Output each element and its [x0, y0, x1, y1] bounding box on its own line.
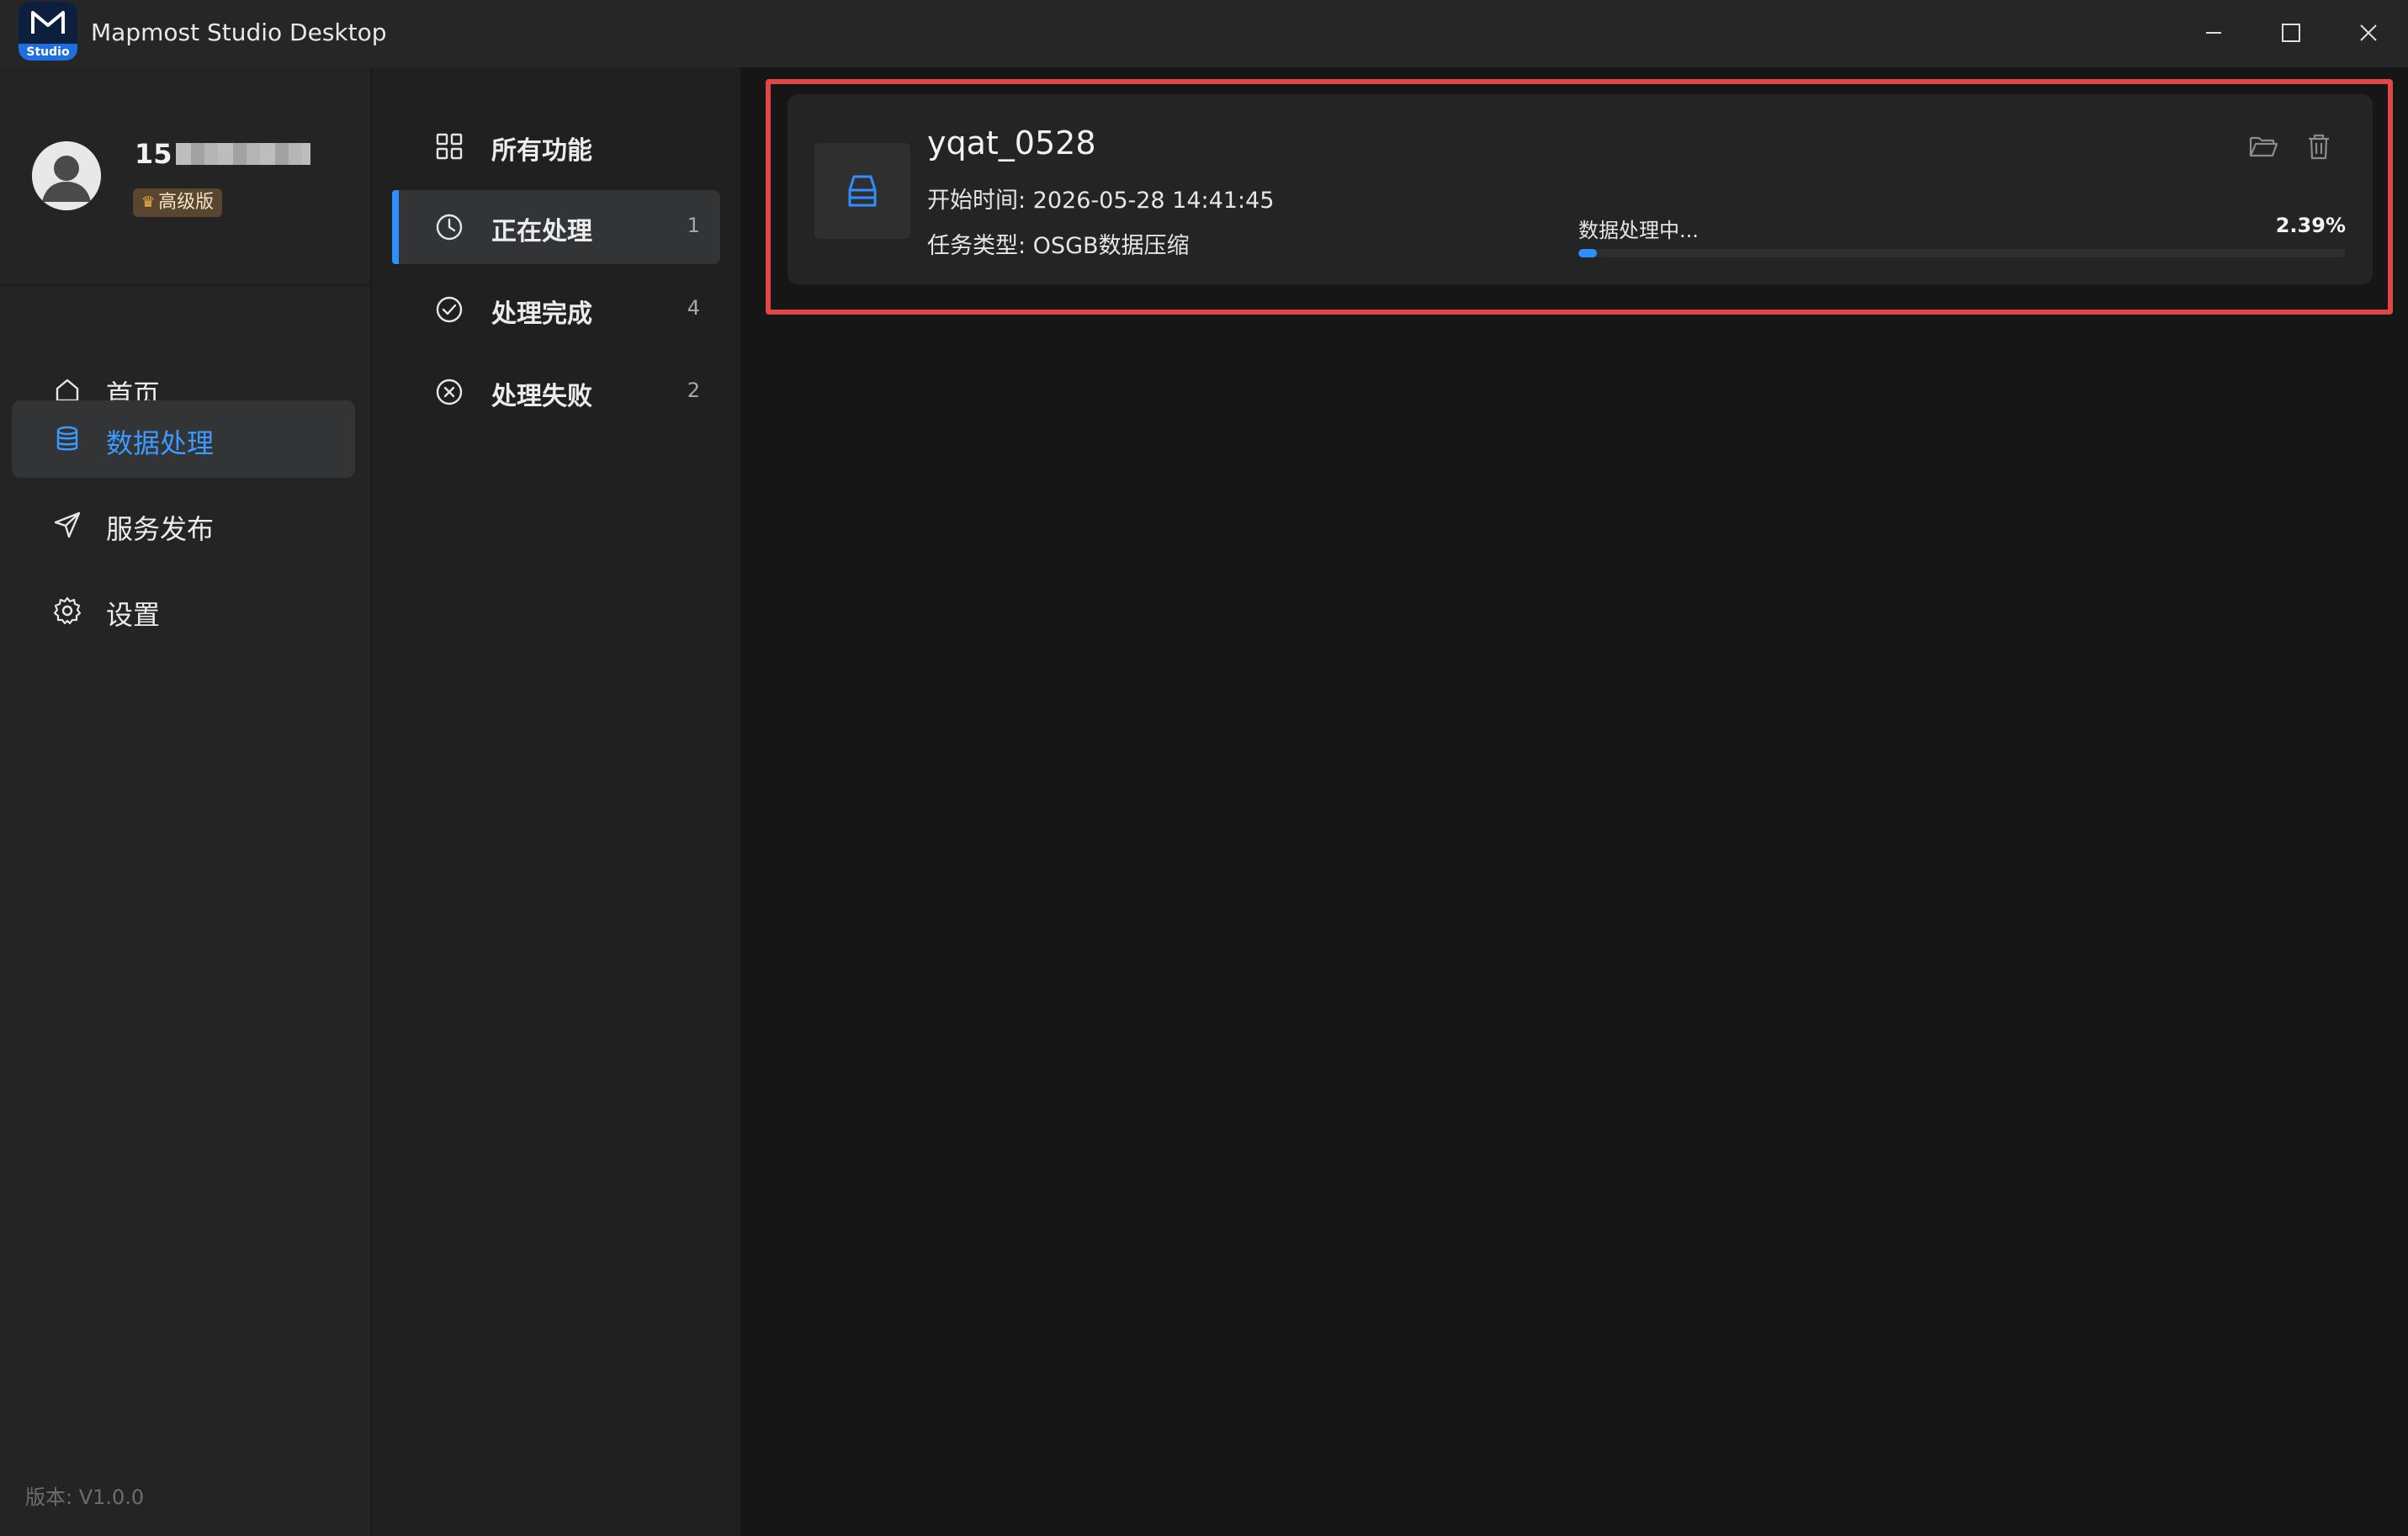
sidebar: 15 ♛ 高级版 首页 数据处理 服务发布 设置 版本: V1.0.0	[0, 67, 370, 1536]
username-text: 15	[135, 138, 172, 170]
filter-label: 处理完成	[491, 299, 592, 329]
sidebar-item-label: 数据处理	[106, 427, 215, 459]
task-type-icon	[814, 143, 910, 239]
database-icon	[52, 424, 82, 454]
logo-tag: Studio	[19, 44, 77, 61]
folder-open-icon	[2249, 136, 2278, 157]
task-type: 任务类型: OSGB数据压缩	[927, 233, 1190, 259]
clock-icon	[434, 212, 464, 242]
crown-icon: ♛	[141, 193, 156, 211]
filter-label: 处理失败	[491, 382, 592, 411]
task-start-time: 开始时间: 2026-05-28 14:41:45	[927, 188, 1275, 214]
filter-completed[interactable]: 处理完成 4	[392, 273, 720, 347]
filter-all-functions[interactable]: 所有功能	[392, 109, 720, 183]
user-avatar-icon	[32, 141, 101, 210]
username-redacted	[175, 143, 310, 165]
close-icon	[2360, 24, 2377, 41]
app-title: Mapmost Studio Desktop	[91, 19, 387, 46]
sidebar-divider	[0, 284, 370, 286]
minimize-icon	[2206, 32, 2221, 34]
gear-icon	[52, 596, 82, 626]
progress-bar-fill	[1578, 249, 1597, 257]
sidebar-item-service-publish[interactable]: 服务发布	[12, 486, 355, 564]
filter-count: 4	[687, 296, 700, 320]
filter-count: 2	[687, 379, 700, 402]
close-button[interactable]	[2347, 13, 2389, 52]
filter-count: 1	[687, 214, 700, 237]
task-card[interactable]: yqat_0528 开始时间: 2026-05-28 14:41:45 任务类型…	[788, 94, 2373, 284]
open-folder-button[interactable]	[2246, 130, 2280, 163]
task-percent: 2.39%	[2275, 214, 2346, 237]
sidebar-item-data-processing[interactable]: 数据处理	[12, 400, 355, 478]
filter-processing[interactable]: 正在处理 1	[392, 190, 720, 264]
filter-label: 所有功能	[491, 136, 592, 166]
avatar[interactable]	[32, 141, 101, 210]
filter-failed[interactable]: 处理失败 2	[392, 355, 720, 429]
progress-bar	[1578, 249, 2346, 257]
grid-icon	[434, 131, 464, 162]
filter-label: 正在处理	[491, 217, 592, 246]
mapmost-logo-icon	[31, 11, 65, 34]
sidebar-item-settings[interactable]: 设置	[12, 572, 355, 649]
maximize-icon	[2282, 24, 2300, 42]
send-icon	[52, 510, 82, 540]
task-filter-panel: 所有功能 正在处理 1 处理完成 4 处理失败 2	[370, 67, 740, 1536]
sidebar-item-label: 设置	[106, 599, 161, 631]
check-circle-icon	[434, 294, 464, 325]
trash-icon	[2309, 134, 2329, 160]
task-status: 数据处理中...	[1578, 219, 1699, 242]
sidebar-item-label: 服务发布	[106, 513, 215, 545]
x-circle-icon	[434, 377, 464, 407]
inbox-tray-icon	[848, 175, 877, 207]
tier-badge-label: 高级版	[158, 192, 215, 213]
app-version: 版本: V1.0.0	[25, 1486, 145, 1509]
title-bar: Studio Mapmost Studio Desktop	[0, 0, 2408, 67]
username: 15	[135, 138, 310, 170]
minimize-button[interactable]	[2193, 13, 2235, 52]
tier-badge: ♛ 高级版	[133, 188, 223, 217]
app-logo: Studio	[19, 2, 77, 61]
maximize-button[interactable]	[2270, 13, 2312, 52]
delete-task-button[interactable]	[2302, 130, 2336, 163]
task-name: yqat_0528	[927, 124, 1096, 162]
